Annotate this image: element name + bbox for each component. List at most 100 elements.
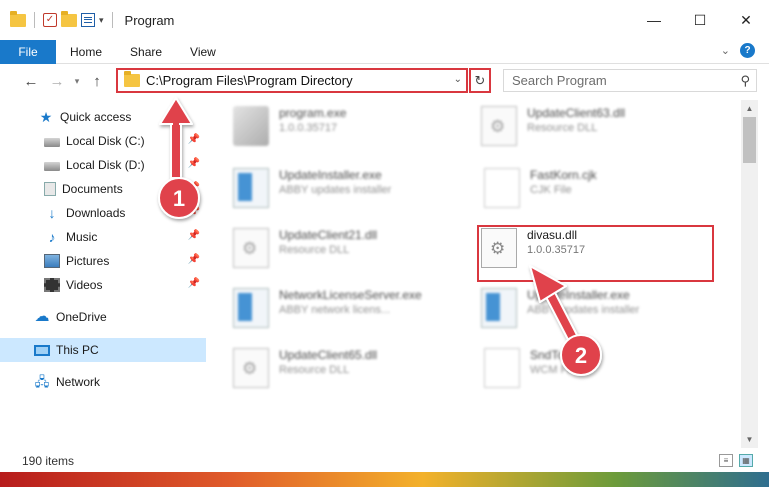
tab-file[interactable]: File xyxy=(0,39,56,64)
file-item[interactable]: UpdateInstaller.exe ABBY updates install… xyxy=(233,168,473,216)
window-controls: — ☐ ✕ xyxy=(631,0,769,40)
pin-icon: 📌 xyxy=(187,134,200,145)
ribbon-tabs: File Home Share View ⌄ ? xyxy=(0,39,769,64)
file-item[interactable]: SndTo...wcm WCM File xyxy=(481,348,721,396)
sidebar-item-local-disk-c[interactable]: Local Disk (C:) 📌 xyxy=(0,129,206,153)
expand-ribbon-icon[interactable]: ⌄ xyxy=(721,44,730,57)
properties-check-icon[interactable]: ✓ xyxy=(43,13,57,27)
file-item[interactable]: NetworkLicenseServer.exe ABBY network li… xyxy=(233,288,473,336)
file-description: 1.0.0.35717 xyxy=(279,122,338,134)
file-name: SndTo...wcm xyxy=(530,348,599,362)
star-icon: ★ xyxy=(39,109,53,125)
file-item[interactable]: program.exe 1.0.0.35717 xyxy=(233,106,473,154)
background-strip xyxy=(0,472,769,487)
disk-icon xyxy=(44,162,60,171)
address-path: C:\Program Files\Program Directory xyxy=(146,73,353,88)
exe-icon xyxy=(233,168,269,208)
file-item[interactable]: UpdateClient21.dll Resource DLL xyxy=(233,228,473,276)
file-name: UpdateClient21.dll xyxy=(279,228,378,242)
file-description: Resource DLL xyxy=(527,122,598,134)
sidebar-item-onedrive[interactable]: ☁ OneDrive xyxy=(0,305,206,329)
back-arrow-icon[interactable]: ← xyxy=(18,73,44,90)
sidebar-item-videos[interactable]: Videos 📌 xyxy=(0,273,206,297)
sidebar-item-downloads[interactable]: ↓ Downloads 📌 xyxy=(0,201,206,225)
file-description: ABBY updates installer xyxy=(279,184,392,196)
file-name: program.exe xyxy=(279,106,347,120)
music-icon: ♪ xyxy=(48,229,56,245)
search-placeholder: Search Program xyxy=(512,73,607,88)
folder-icon xyxy=(124,71,140,87)
chevron-down-icon[interactable]: ▾ xyxy=(99,15,104,26)
help-icon[interactable]: ? xyxy=(740,43,755,58)
sidebar-item-quick-access[interactable]: ★ Quick access xyxy=(0,105,206,129)
blank-file-icon xyxy=(484,168,520,208)
tab-share[interactable]: Share xyxy=(116,40,176,64)
pin-icon: 📌 xyxy=(187,230,200,241)
up-arrow-icon[interactable]: ↑ xyxy=(84,73,110,90)
file-name: UpdateInstaller.exe xyxy=(527,288,630,302)
videos-icon xyxy=(44,278,60,292)
close-button[interactable]: ✕ xyxy=(723,0,769,40)
navigation-pane: ★ Quick access Local Disk (C:) 📌 Local D… xyxy=(0,100,206,448)
new-folder-icon[interactable] xyxy=(61,10,77,27)
file-name: UpdateInstaller.exe xyxy=(279,168,382,182)
pin-icon: 📌 xyxy=(187,278,200,289)
details-view-icon[interactable]: ≡ xyxy=(719,454,733,467)
file-name: NetworkLicenseServer.exe xyxy=(279,288,422,302)
navigation-bar: ← → ▾ ↑ C:\Program Files\Program Directo… xyxy=(0,64,769,98)
onedrive-icon: ☁ xyxy=(34,308,50,325)
sidebar-item-network[interactable]: 🖧 Network xyxy=(0,370,206,394)
sidebar-item-label: Network xyxy=(56,375,101,389)
sidebar-item-this-pc[interactable]: This PC xyxy=(0,338,206,362)
program-icon xyxy=(233,106,269,146)
file-item[interactable]: UpdateClient63.dll Resource DLL xyxy=(481,106,721,154)
file-item[interactable]: UpdateClient65.dll Resource DLL xyxy=(233,348,473,396)
scrollbar-thumb[interactable] xyxy=(743,117,756,163)
file-highlight-box xyxy=(477,225,714,282)
pc-icon xyxy=(34,345,50,356)
file-description: Resource DLL xyxy=(279,364,350,376)
pin-icon: 📌 xyxy=(187,158,200,169)
sidebar-item-label: Local Disk (C:) xyxy=(66,134,145,148)
sidebar-item-label: Pictures xyxy=(66,254,110,268)
chevron-down-icon[interactable]: ⌄ xyxy=(454,74,462,85)
sidebar-item-local-disk-d[interactable]: Local Disk (D:) 📌 xyxy=(0,153,206,177)
minimize-button[interactable]: — xyxy=(631,0,677,40)
file-name: UpdateClient63.dll xyxy=(527,106,626,120)
customize-icon[interactable] xyxy=(81,13,95,27)
blank-file-icon xyxy=(484,348,520,388)
toolbar-divider xyxy=(34,12,35,28)
sidebar-item-music[interactable]: ♪ Music 📌 xyxy=(0,225,206,249)
file-item[interactable]: FastKorn.cjk CJK File xyxy=(481,168,721,216)
exe-icon xyxy=(481,288,517,328)
refresh-button[interactable]: ↻ xyxy=(469,68,491,93)
sidebar-item-label: Videos xyxy=(66,278,103,292)
title-bar: ✓ ▾ Program — ☐ ✕ xyxy=(0,0,769,40)
pin-icon: 📌 xyxy=(187,254,200,265)
status-bar: 190 items ≡ ▦ xyxy=(0,450,769,472)
maximize-button[interactable]: ☐ xyxy=(677,0,723,40)
folder-icon[interactable] xyxy=(10,10,26,27)
forward-arrow-icon[interactable]: → xyxy=(44,73,70,90)
toolbar-divider xyxy=(111,12,113,28)
tab-home[interactable]: Home xyxy=(56,40,116,64)
network-icon: 🖧 xyxy=(34,374,50,389)
pin-icon: 📌 xyxy=(187,182,200,193)
vertical-scrollbar[interactable]: ▲ ▼ xyxy=(741,100,758,448)
address-bar[interactable]: C:\Program Files\Program Directory ⌄ xyxy=(116,68,468,93)
download-icon: ↓ xyxy=(48,205,56,221)
tiles-view-icon[interactable]: ▦ xyxy=(739,454,753,467)
sidebar-item-label: Quick access xyxy=(60,110,132,124)
recent-locations-icon[interactable]: ▾ xyxy=(70,76,84,87)
sidebar-item-pictures[interactable]: Pictures 📌 xyxy=(0,249,206,273)
window-title: Program xyxy=(124,12,175,28)
scroll-down-icon[interactable]: ▼ xyxy=(741,431,758,448)
file-item[interactable]: UpdateInstaller.exe ABBY updates install… xyxy=(481,288,721,336)
search-icon[interactable]: ⚲ xyxy=(740,73,750,89)
file-description: CJK File xyxy=(530,184,572,196)
scroll-up-icon[interactable]: ▲ xyxy=(741,100,758,117)
sidebar-item-documents[interactable]: Documents 📌 xyxy=(0,177,206,201)
quick-access-toolbar: ✓ ▾ xyxy=(10,10,117,28)
search-input[interactable]: Search Program ⚲ xyxy=(503,69,757,92)
tab-view[interactable]: View xyxy=(176,40,230,64)
